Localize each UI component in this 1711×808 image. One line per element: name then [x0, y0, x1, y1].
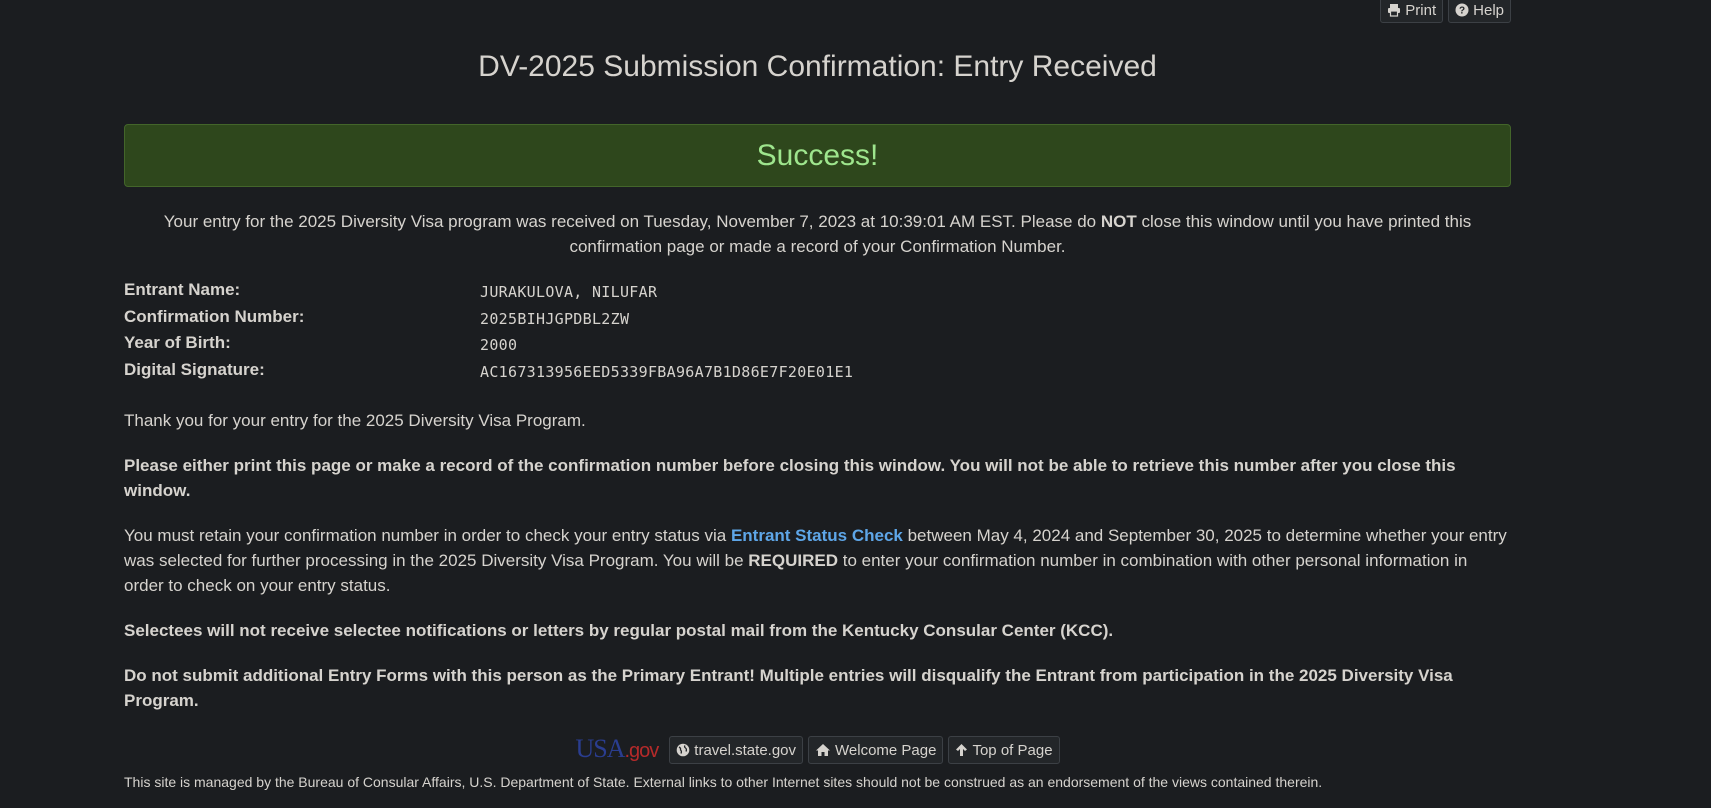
travel-label: travel.state.gov — [694, 741, 797, 759]
thanks-text: Thank you for your entry for the 2025 Di… — [124, 411, 586, 430]
birth-year-value: 2000 — [480, 336, 518, 354]
question-circle-icon: ? — [1455, 3, 1469, 17]
arrow-up-icon — [955, 743, 968, 757]
confirmation-number-value: 2025BIHJGPDBL2ZW — [480, 309, 630, 328]
help-button[interactable]: ? Help — [1448, 0, 1511, 23]
retain-part1: You must retain your confirmation number… — [124, 526, 731, 545]
birth-year-label: Year of Birth: — [124, 333, 231, 352]
home-icon — [815, 743, 831, 757]
retain-emphasis: REQUIRED — [748, 551, 839, 570]
page-title: DV-2025 Submission Confirmation: Entry R… — [478, 50, 1157, 83]
intro-emphasis: NOT — [1100, 212, 1137, 231]
confirmation-number-label: Confirmation Number: — [124, 306, 305, 326]
print-label: Print — [1405, 1, 1437, 19]
entrant-status-check-link[interactable]: Entrant Status Check — [731, 526, 903, 545]
print-icon — [1387, 3, 1401, 17]
help-label: Help — [1473, 1, 1504, 19]
welcome-label: Welcome Page — [835, 741, 937, 759]
entrant-info: Entrant Name: JURAKULOVA, NILUFAR Confir… — [124, 280, 853, 386]
globe-icon — [676, 743, 690, 757]
intro-part1: Your entry for the 2025 Diversity Visa p… — [163, 212, 1101, 231]
welcome-page-button[interactable]: Welcome Page — [808, 736, 944, 764]
confirmation-number-row: Confirmation Number: 2025BIHJGPDBL2ZW — [124, 307, 853, 334]
intro-text: Your entry for the 2025 Diversity Visa p… — [124, 209, 1511, 259]
logo-usa: USA — [575, 734, 625, 763]
top-toolbar: Print ? Help — [1380, 0, 1511, 23]
digital-signature-row: Digital Signature: AC167313956EED5339FBA… — [124, 360, 853, 387]
success-alert: Success! — [124, 124, 1511, 187]
entrant-name-row: Entrant Name: JURAKULOVA, NILUFAR — [124, 280, 853, 307]
travel-state-gov-button[interactable]: travel.state.gov — [669, 736, 804, 764]
usa-gov-logo[interactable]: USA.gov — [575, 734, 659, 766]
print-notice: Please either print this page or make a … — [124, 456, 1456, 500]
digital-signature-label: Digital Signature: — [124, 359, 265, 379]
duplicate-notice: Do not submit additional Entry Forms wit… — [124, 666, 1453, 710]
mail-notice: Selectees will not receive selectee noti… — [124, 621, 1114, 640]
footer-disclaimer: This site is managed by the Bureau of Co… — [124, 774, 1323, 790]
logo-gov: .gov — [624, 740, 659, 762]
top-label: Top of Page — [972, 741, 1053, 759]
entrant-name-value: JURAKULOVA, NILUFAR — [480, 283, 658, 301]
retain-notice: You must retain your confirmation number… — [124, 523, 1511, 598]
entrant-name-label: Entrant Name: — [124, 280, 241, 299]
print-button[interactable]: Print — [1380, 0, 1444, 23]
svg-text:?: ? — [1459, 6, 1465, 17]
footer-links: USA.gov travel.state.gov Welcome Page To… — [124, 734, 1511, 766]
digital-signature-value: AC167313956EED5339FBA96A7B1D86E7F20E01E1 — [480, 362, 854, 381]
birth-year-row: Year of Birth: 2000 — [124, 333, 853, 360]
top-of-page-button[interactable]: Top of Page — [948, 736, 1060, 764]
